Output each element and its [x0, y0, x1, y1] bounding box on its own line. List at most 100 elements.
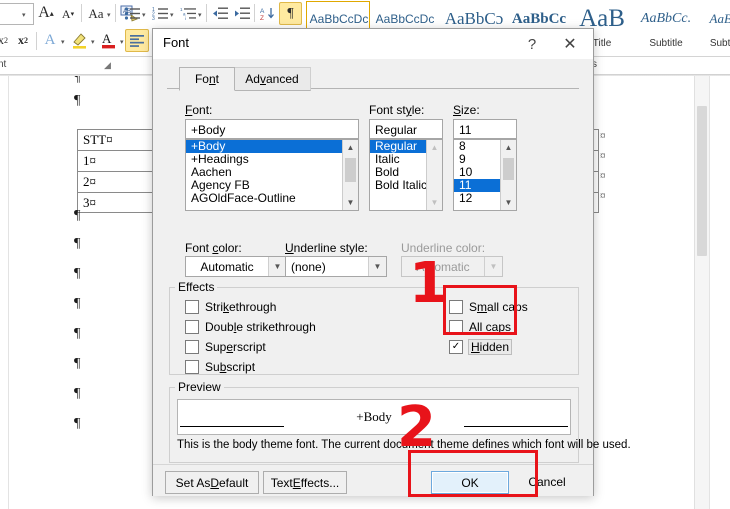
- decrease-indent-icon[interactable]: [210, 3, 230, 23]
- effects-group-label: Effects: [175, 280, 218, 294]
- row-end-mark: ¤: [600, 170, 606, 182]
- show-formatting-marks-icon[interactable]: ¶: [279, 2, 302, 25]
- dialog-title-bar: Font ? ✕: [153, 29, 593, 59]
- svg-text:i: i: [185, 16, 186, 21]
- help-icon[interactable]: ?: [515, 29, 549, 59]
- preview-group-label: Preview: [175, 380, 224, 394]
- subscript-icon[interactable]: x2: [0, 31, 12, 49]
- document-scrollbar[interactable]: [694, 76, 709, 509]
- set-as-default-button[interactable]: Set As Default: [165, 471, 259, 494]
- paragraph-mark: ¶: [74, 76, 81, 85]
- effect-strikethrough[interactable]: Strikethrough: [185, 299, 276, 314]
- font-color-icon[interactable]: A: [99, 29, 119, 51]
- checkbox[interactable]: ✓: [449, 339, 463, 354]
- text-highlight-icon[interactable]: [69, 29, 91, 51]
- table-cell: 2¤: [83, 174, 96, 189]
- chevron-down-icon[interactable]: ▼: [268, 257, 286, 276]
- change-case-icon[interactable]: Aa: [85, 5, 107, 23]
- numbering-caret-icon[interactable]: ▾: [170, 11, 174, 19]
- checkbox[interactable]: [185, 299, 199, 314]
- scroll-down-icon[interactable]: ▼: [427, 195, 442, 210]
- ribbon-divider: [115, 4, 116, 22]
- effect-subscript[interactable]: Subscript: [185, 359, 255, 374]
- svg-text:A: A: [260, 8, 265, 15]
- text-effects-icon[interactable]: A: [40, 30, 60, 50]
- chevron-down-icon: ▼: [484, 257, 502, 276]
- scrollbar-thumb[interactable]: [503, 158, 514, 180]
- font-list[interactable]: +Body +Headings Aachen Agency FB AGOldFa…: [185, 139, 359, 211]
- font-dialog: Font ? ✕ Font Advanced Font: Font style:…: [152, 28, 631, 496]
- effect-superscript[interactable]: Superscript: [185, 339, 266, 354]
- checkbox[interactable]: [185, 359, 199, 374]
- size-label: Size:: [453, 103, 480, 117]
- size-list[interactable]: 8 9 10 11 12 ▲ ▼: [453, 139, 517, 211]
- style-label: Subtitle: [649, 38, 683, 49]
- font-list-item[interactable]: AGOldFace-Outline: [186, 192, 358, 205]
- paragraph-mark: ¶: [74, 356, 81, 371]
- checkbox[interactable]: [185, 319, 199, 334]
- scroll-up-icon[interactable]: ▲: [427, 140, 442, 155]
- font-style-input[interactable]: Regular: [369, 119, 443, 139]
- chevron-down-icon[interactable]: ▼: [368, 257, 386, 276]
- text-effects-button[interactable]: Text Effects...: [263, 471, 347, 494]
- size-input-value: 11: [459, 123, 472, 137]
- checkbox[interactable]: [185, 339, 199, 354]
- tab-font[interactable]: Font: [179, 67, 235, 91]
- effect-double-strikethrough[interactable]: Double strikethrough: [185, 319, 316, 334]
- font-style-list[interactable]: Regular Italic Bold Bold Italic ▲ ▼: [369, 139, 443, 211]
- style-item-subtitle[interactable]: AaBbCc. Subtitle: [635, 0, 697, 56]
- font-size-input[interactable]: [0, 3, 34, 25]
- effect-hidden[interactable]: ✓ Hidden: [449, 338, 513, 355]
- font-input[interactable]: +Body: [185, 119, 359, 139]
- bullets-icon[interactable]: [122, 3, 142, 23]
- style-item-subtle-emphasis[interactable]: AaBb Subtle: [699, 0, 730, 56]
- dialog-tabs: Font Advanced: [167, 67, 579, 91]
- scroll-up-icon[interactable]: ▲: [343, 140, 358, 155]
- change-case-caret-icon[interactable]: ▾: [107, 11, 111, 19]
- scrollbar-thumb[interactable]: [345, 158, 356, 182]
- text-highlight-caret-icon[interactable]: ▾: [91, 38, 95, 46]
- font-color-value: Automatic: [200, 260, 254, 274]
- tab-advanced-label: Advanced: [245, 72, 299, 86]
- size-list-scrollbar[interactable]: ▲ ▼: [500, 140, 516, 210]
- font-size-box-caret-icon[interactable]: ▾: [22, 11, 26, 19]
- multilevel-list-caret-icon[interactable]: ▾: [198, 11, 202, 19]
- font-list-scrollbar[interactable]: ▲ ▼: [342, 140, 358, 210]
- scroll-down-icon[interactable]: ▼: [501, 195, 516, 210]
- font-color-caret-icon[interactable]: ▾: [120, 38, 124, 46]
- style-label: Subtle: [709, 38, 730, 49]
- superscript-icon[interactable]: x2: [14, 31, 32, 49]
- ribbon-divider: [254, 4, 255, 22]
- row-end-mark: ¤: [600, 190, 606, 202]
- shrink-font-icon[interactable]: A ▾: [58, 6, 78, 22]
- paragraph-mark: ¶: [74, 386, 81, 401]
- sort-icon[interactable]: AZ: [257, 3, 277, 23]
- bullets-caret-icon[interactable]: ▾: [142, 11, 146, 19]
- tab-font-label: Font: [194, 72, 220, 86]
- underline-style-combobox[interactable]: (none) ▼: [285, 256, 387, 277]
- align-left-icon[interactable]: [125, 29, 149, 52]
- font-color-combobox[interactable]: Automatic ▼: [185, 256, 287, 277]
- increase-indent-icon[interactable]: [232, 3, 252, 23]
- font-dialog-launcher-icon[interactable]: ◢: [104, 60, 111, 71]
- tab-advanced[interactable]: Advanced: [233, 67, 311, 91]
- paragraph-mark: ¶: [74, 93, 81, 108]
- close-icon[interactable]: ✕: [553, 29, 587, 59]
- font-label: Font:: [185, 103, 213, 117]
- font-style-list-scrollbar[interactable]: ▲ ▼: [426, 140, 442, 210]
- preview-sample-text: +Body: [356, 409, 392, 424]
- preview-rule-right: [464, 426, 568, 427]
- numbering-icon[interactable]: 123: [150, 3, 170, 23]
- size-input[interactable]: 11: [453, 119, 517, 139]
- text-effects-caret-icon[interactable]: ▾: [61, 38, 65, 46]
- multilevel-list-icon[interactable]: 1ai: [178, 3, 198, 23]
- style-sample: AaBb: [709, 11, 730, 26]
- scrollbar-thumb[interactable]: [697, 106, 707, 256]
- preview-box: +Body: [177, 399, 571, 435]
- paragraph-mark: ¶: [74, 326, 81, 341]
- scroll-down-icon[interactable]: ▼: [343, 195, 358, 210]
- scroll-up-icon[interactable]: ▲: [501, 140, 516, 155]
- grow-font-icon[interactable]: A ▴: [36, 4, 56, 22]
- underline-style-value: (none): [291, 260, 326, 274]
- paragraph-mark: ¶: [74, 266, 81, 281]
